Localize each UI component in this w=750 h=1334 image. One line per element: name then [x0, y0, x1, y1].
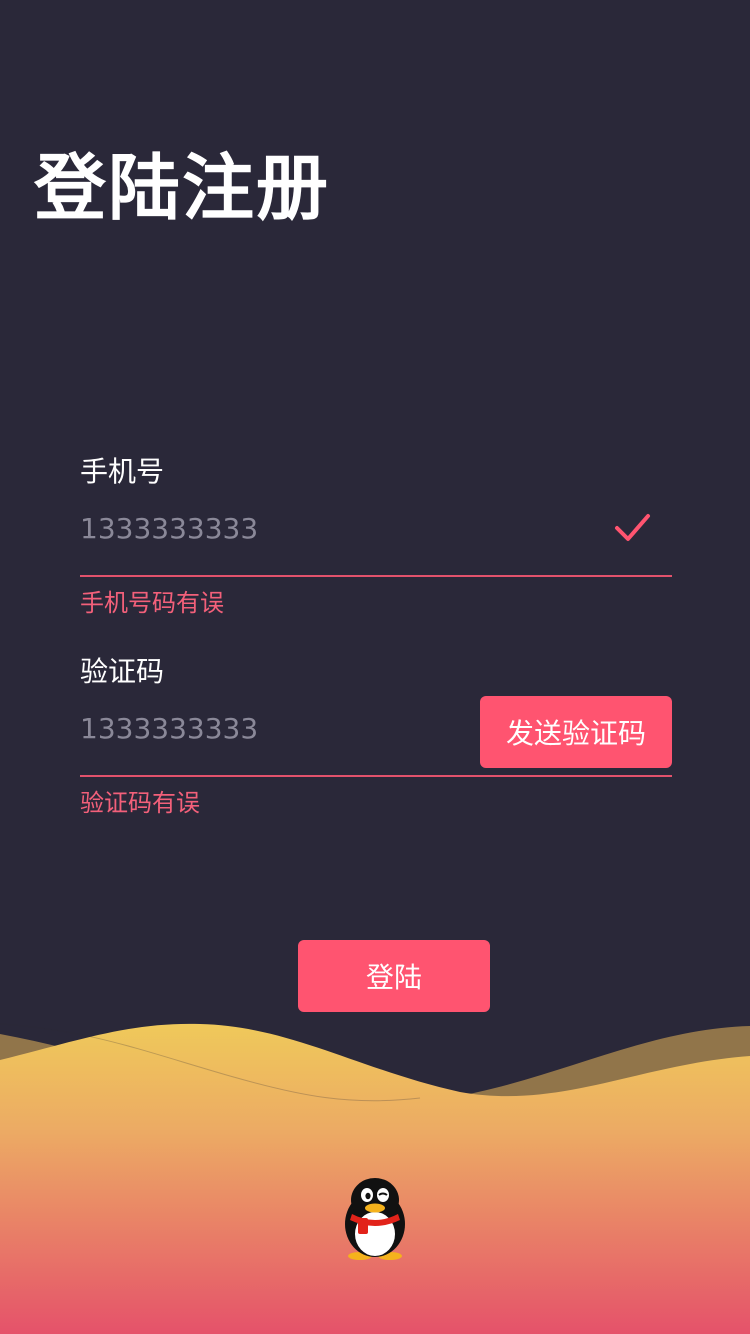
code-error-message: 验证码有误 [80, 789, 200, 817]
send-code-button[interactable]: 发送验证码 [480, 696, 672, 768]
phone-error-message: 手机号码有误 [80, 589, 224, 617]
code-underline [80, 775, 672, 777]
checkmark-icon [615, 514, 650, 541]
phone-label: 手机号 [80, 455, 165, 488]
phone-input[interactable] [80, 504, 460, 552]
code-input[interactable] [80, 704, 460, 752]
wave-background [0, 1023, 750, 1334]
code-label: 验证码 [80, 655, 165, 688]
page-title: 登陆注册 [34, 146, 331, 230]
qq-penguin-icon [345, 1178, 405, 1260]
phone-underline [80, 575, 672, 577]
